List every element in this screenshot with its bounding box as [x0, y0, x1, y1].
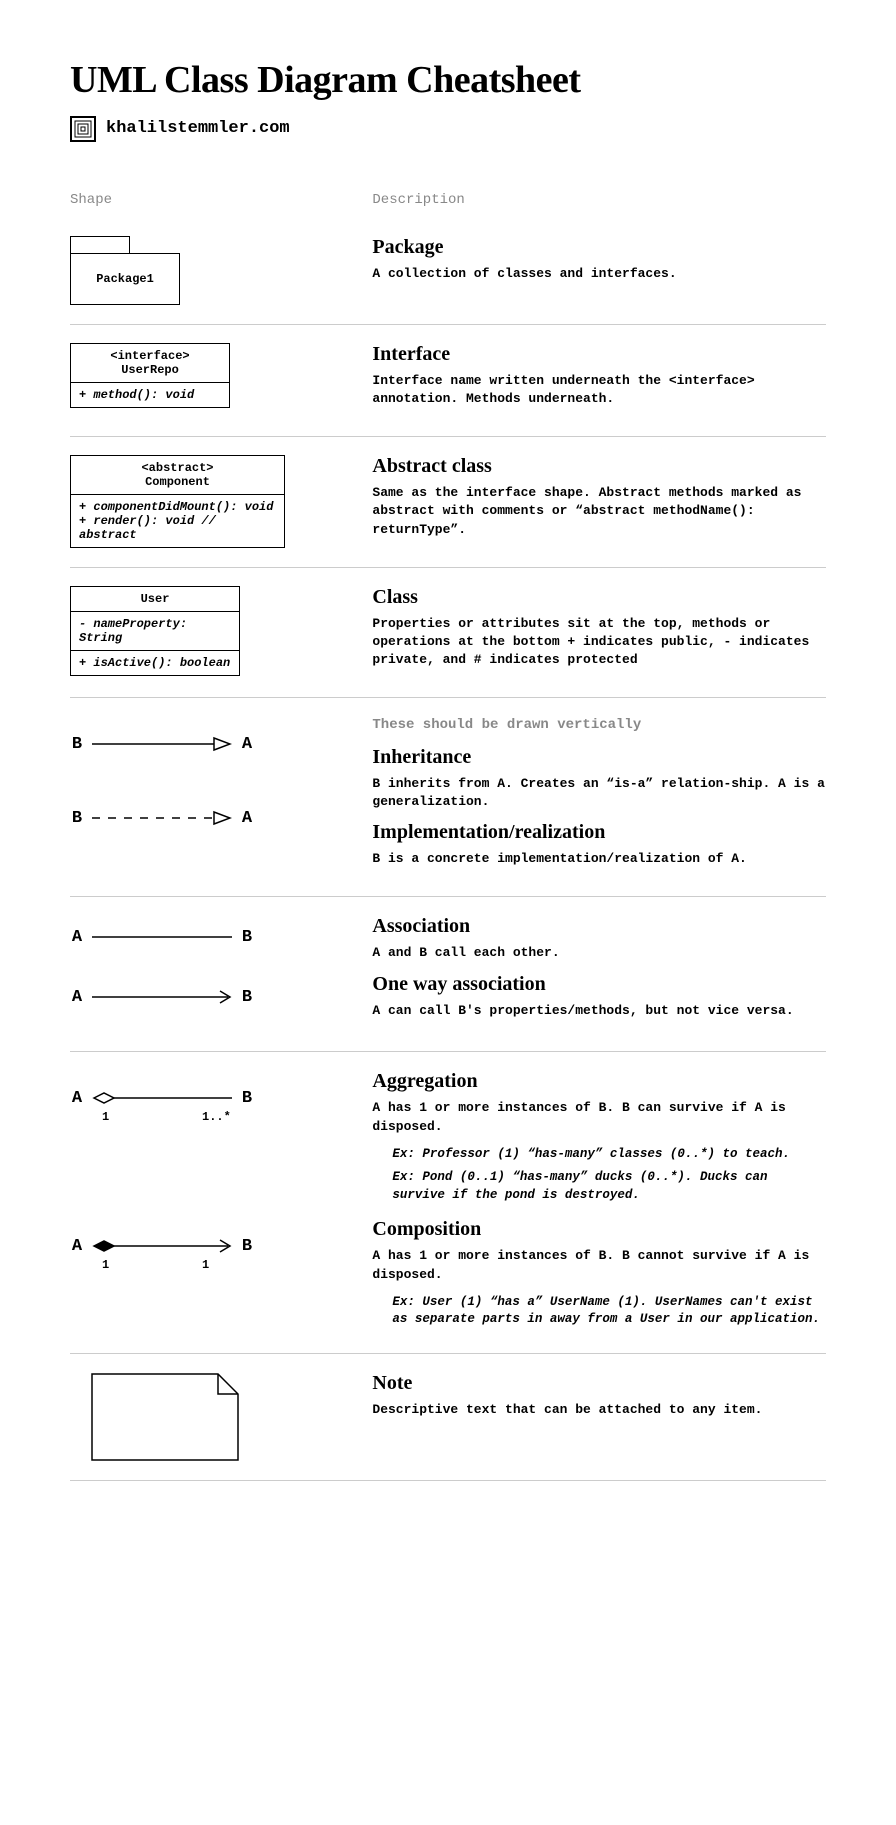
row-note: Note Descriptive text that can be attach… — [70, 1354, 826, 1481]
abstract-stereotype: <abstract> — [79, 461, 276, 475]
diamond-open-icon — [92, 1088, 232, 1108]
agg-from: A — [70, 1089, 84, 1108]
comp-mult-b: 1 — [202, 1258, 209, 1272]
aggregation-arrow: A B — [70, 1086, 352, 1110]
interface-stereotype: <interface> — [79, 349, 221, 363]
inh-from: B — [70, 735, 84, 754]
line-icon — [92, 927, 232, 947]
implementation-desc: B is a concrete implementation/realizati… — [372, 850, 826, 868]
comp-from: A — [70, 1237, 84, 1256]
composition-desc: A has 1 or more instances of B. B cannot… — [372, 1247, 826, 1283]
byline: khalilstemmler.com — [70, 116, 826, 142]
agg-mult-b: 1..* — [202, 1110, 231, 1124]
header-description: Description — [372, 192, 826, 208]
diamond-filled-arrow-icon — [92, 1236, 232, 1256]
class-name: User — [71, 587, 239, 612]
row-interface: <interface> UserRepo + method(): void In… — [70, 325, 826, 437]
abstract-name: Component — [79, 475, 276, 489]
abstract-title: Abstract class — [372, 455, 826, 478]
aggregation-ex2: Ex: Pond (0..1) “has-many” ducks (0..*).… — [372, 1169, 826, 1204]
association-arrow: A B — [70, 925, 352, 949]
assoc-to: B — [240, 928, 254, 947]
relations-note: These should be drawn vertically — [372, 716, 826, 736]
row-aggregation-composition: A B 1 1..* A B — [70, 1052, 826, 1353]
oneway-to: B — [240, 988, 254, 1007]
arrow-open-triangle-icon — [92, 734, 232, 754]
composition-title: Composition — [372, 1218, 826, 1241]
column-headers: Shape Description — [70, 192, 826, 208]
inh-to: A — [240, 735, 254, 754]
class-prop: - nameProperty: String — [71, 612, 239, 651]
oneway-from: A — [70, 988, 84, 1007]
class-shape: User - nameProperty: String + isActive()… — [70, 586, 240, 676]
row-inheritance-impl: B A B A These should be drawn vertically… — [70, 698, 826, 897]
inheritance-arrow: B A — [70, 732, 352, 756]
aggregation-desc: A has 1 or more instances of B. B can su… — [372, 1099, 826, 1135]
impl-from: B — [70, 809, 84, 828]
row-association: A B A B Association A and B call each ot… — [70, 897, 826, 1052]
interface-method: + method(): void — [71, 383, 229, 407]
package-label: Package1 — [70, 253, 180, 305]
abstract-method2: + render(): void // abstract — [79, 514, 276, 542]
package-desc: A collection of classes and interfaces. — [372, 265, 826, 283]
implementation-title: Implementation/realization — [372, 821, 826, 844]
inheritance-desc: B inherits from A. Creates an “is-a” rel… — [372, 775, 826, 811]
class-method: + isActive(): boolean — [71, 651, 239, 675]
comp-mult-a: 1 — [102, 1258, 122, 1272]
interface-title: Interface — [372, 343, 826, 366]
agg-to: B — [240, 1089, 254, 1108]
header-shape: Shape — [70, 192, 372, 208]
abstract-method1: + componentDidMount(): void — [79, 500, 276, 514]
class-title: Class — [372, 586, 826, 609]
impl-to: A — [240, 809, 254, 828]
oneway-arrow: A B — [70, 985, 352, 1009]
composition-arrow: A B — [70, 1234, 352, 1258]
note-title: Note — [372, 1372, 826, 1395]
implementation-arrow: B A — [70, 806, 352, 830]
package-shape: Package1 — [70, 236, 352, 306]
aggregation-title: Aggregation — [372, 1070, 826, 1093]
note-icon — [90, 1372, 240, 1462]
interface-shape: <interface> UserRepo + method(): void — [70, 343, 230, 408]
note-shape — [90, 1372, 240, 1462]
row-package: Package1 Package A collection of classes… — [70, 218, 826, 325]
agg-mult-a: 1 — [102, 1110, 122, 1124]
class-desc: Properties or attributes sit at the top,… — [372, 615, 826, 670]
arrow-open-icon — [92, 987, 232, 1007]
association-title: Association — [372, 915, 826, 938]
oneway-desc: A can call B's properties/methods, but n… — [372, 1002, 826, 1020]
page-title: UML Class Diagram Cheatsheet — [70, 60, 826, 102]
composition-ex1: Ex: User (1) “has a” UserName (1). UserN… — [372, 1294, 826, 1329]
note-desc: Descriptive text that can be attached to… — [372, 1401, 826, 1419]
aggregation-ex1: Ex: Professor (1) “has-many” classes (0.… — [372, 1146, 826, 1164]
arrow-dashed-open-triangle-icon — [92, 808, 232, 828]
logo-icon — [70, 116, 96, 142]
assoc-from: A — [70, 928, 84, 947]
abstract-desc: Same as the interface shape. Abstract me… — [372, 484, 826, 539]
package-title: Package — [372, 236, 826, 259]
association-desc: A and B call each other. — [372, 944, 826, 962]
oneway-title: One way association — [372, 973, 826, 996]
row-class: User - nameProperty: String + isActive()… — [70, 568, 826, 699]
abstract-shape: <abstract> Component + componentDidMount… — [70, 455, 285, 548]
inheritance-title: Inheritance — [372, 746, 826, 769]
interface-desc: Interface name written underneath the <i… — [372, 372, 826, 408]
comp-to: B — [240, 1237, 254, 1256]
row-abstract: <abstract> Component + componentDidMount… — [70, 437, 826, 568]
site-name: khalilstemmler.com — [106, 119, 290, 138]
interface-name: UserRepo — [79, 363, 221, 377]
